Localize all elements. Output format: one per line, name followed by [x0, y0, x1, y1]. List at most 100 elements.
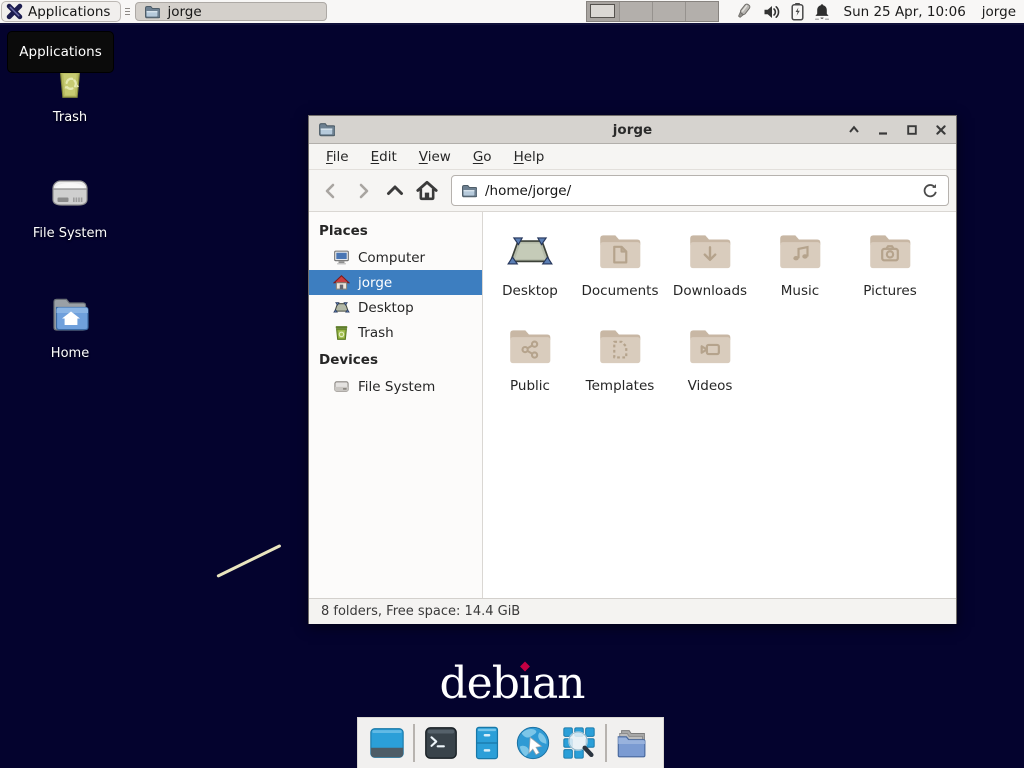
pencil-cursor-artifact [216, 544, 281, 578]
window-controls [847, 123, 947, 136]
applications-menu-button[interactable]: Applications [1, 1, 121, 22]
web-browser-launcher[interactable] [513, 723, 553, 763]
sidebar-item-label: File System [358, 379, 435, 395]
sidebar-item-label: Computer [358, 250, 425, 266]
back-button[interactable] [316, 176, 346, 206]
applications-tooltip: Applications [7, 31, 114, 73]
folder-pictures-icon [865, 227, 915, 277]
home-button[interactable] [412, 176, 442, 206]
minimize-button[interactable] [876, 123, 889, 136]
logo-text: deb [439, 658, 518, 709]
statusbar: 8 folders, Free space: 14.4 GiB [309, 598, 956, 624]
folder-downloads-icon [685, 227, 735, 277]
desktop-icon-label: Home [51, 346, 89, 361]
panel-clock[interactable]: Sun 25 Apr, 10:06 [844, 0, 966, 23]
show-desktop-button[interactable] [367, 723, 407, 763]
reload-button[interactable] [922, 182, 939, 199]
file-folder-music[interactable]: Music [755, 227, 845, 322]
file-label: Downloads [673, 283, 747, 299]
menu-go[interactable]: Go [462, 146, 503, 168]
panel-username[interactable]: jorge [982, 0, 1016, 23]
file-folder-templates[interactable]: Templates [575, 322, 665, 417]
workspace-1[interactable] [587, 2, 620, 21]
file-folder-documents[interactable]: Documents [575, 227, 665, 322]
folder-templates-icon [595, 322, 645, 372]
file-label: Templates [586, 378, 655, 394]
tasklist-handle[interactable] [123, 0, 132, 23]
sidebar-item-trash[interactable]: Trash [309, 320, 482, 345]
menu-view[interactable]: View [408, 146, 462, 168]
folder-videos-icon [685, 322, 735, 372]
sidebar-item-label: Desktop [358, 300, 414, 316]
home-icon [333, 274, 350, 291]
xfce-logo-icon [6, 3, 23, 20]
files-view[interactable]: Desktop Documents Downloads Music [483, 212, 956, 598]
workspace-3[interactable] [653, 2, 686, 21]
desktop-icon-label: File System [33, 226, 107, 241]
location-bar[interactable]: /home/jorge/ [451, 175, 949, 206]
logo-text: an [532, 658, 585, 709]
desktop-icon [333, 299, 350, 316]
sidebar-item-file-system[interactable]: File System [309, 374, 482, 399]
taskbar-window-button[interactable]: jorge [135, 2, 327, 21]
trash-icon [333, 324, 350, 341]
system-tray [732, 0, 831, 23]
stylus-input-icon[interactable] [732, 2, 754, 22]
file-folder-public[interactable]: Public [485, 322, 575, 417]
dock-separator [413, 724, 415, 762]
sidebar-item-computer[interactable]: Computer [309, 245, 482, 270]
file-label: Videos [688, 378, 733, 394]
desktop-special-icon [505, 227, 555, 277]
maximize-button[interactable] [905, 123, 918, 136]
debian-wallpaper-logo: debıan [0, 658, 1024, 709]
directory-menu-launcher[interactable] [613, 723, 653, 763]
file-folder-desktop[interactable]: Desktop [485, 227, 575, 322]
folder-icon [461, 183, 477, 199]
shade-button[interactable] [847, 123, 860, 136]
window-titlebar[interactable]: jorge [309, 116, 956, 144]
desktop-icon-home[interactable]: Home [10, 291, 130, 361]
menu-file[interactable]: File [315, 146, 360, 168]
up-button[interactable] [380, 176, 410, 206]
file-label: Desktop [502, 283, 558, 299]
folder-documents-icon [595, 227, 645, 277]
close-button[interactable] [934, 123, 947, 136]
sidebar-item-label: jorge [358, 275, 392, 291]
menubar: File Edit View Go Help [309, 144, 956, 170]
logo-text-i: ı [519, 658, 532, 709]
top-panel: Applications jorge Sun 25 Apr, 10:06 jor… [0, 0, 1024, 25]
menu-edit[interactable]: Edit [360, 146, 408, 168]
folder-icon [144, 4, 160, 20]
desktop-root: { "panel": { "applications_label": "Appl… [0, 0, 1024, 768]
desktop-icon-label: Trash [53, 110, 87, 125]
notifications-bell-icon[interactable] [813, 2, 831, 21]
file-folder-pictures[interactable]: Pictures [845, 227, 935, 322]
forward-button[interactable] [348, 176, 378, 206]
sidebar-places-header: Places [309, 216, 482, 245]
workspace-switcher[interactable] [586, 1, 719, 22]
toolbar: /home/jorge/ [309, 170, 956, 212]
file-label: Documents [582, 283, 659, 299]
battery-charging-icon[interactable] [790, 2, 805, 21]
workspace-2[interactable] [620, 2, 653, 21]
taskbar-window-label: jorge [167, 4, 201, 20]
application-finder-launcher[interactable] [559, 723, 599, 763]
panel-spacer [327, 0, 585, 23]
workspace-4[interactable] [686, 2, 718, 21]
location-path-text[interactable]: /home/jorge/ [485, 183, 571, 199]
applications-menu-label: Applications [28, 4, 110, 20]
sidebar-item-desktop[interactable]: Desktop [309, 295, 482, 320]
volume-icon[interactable] [762, 3, 782, 21]
menu-help[interactable]: Help [503, 146, 556, 168]
sidebar-item-jorge[interactable]: jorge [309, 270, 482, 295]
file-folder-videos[interactable]: Videos [665, 322, 755, 417]
drive-icon [333, 378, 350, 395]
terminal-launcher[interactable] [421, 723, 461, 763]
window-body: Places Computer jorge Desktop Trash Devi… [309, 212, 956, 598]
file-manager-window: jorge File Edit View Go Help /home/jorge… [308, 115, 957, 624]
file-label: Public [510, 378, 550, 394]
file-manager-launcher[interactable] [467, 723, 507, 763]
file-folder-downloads[interactable]: Downloads [665, 227, 755, 322]
dock-separator [605, 724, 607, 762]
desktop-icon-file-system[interactable]: File System [10, 171, 130, 241]
